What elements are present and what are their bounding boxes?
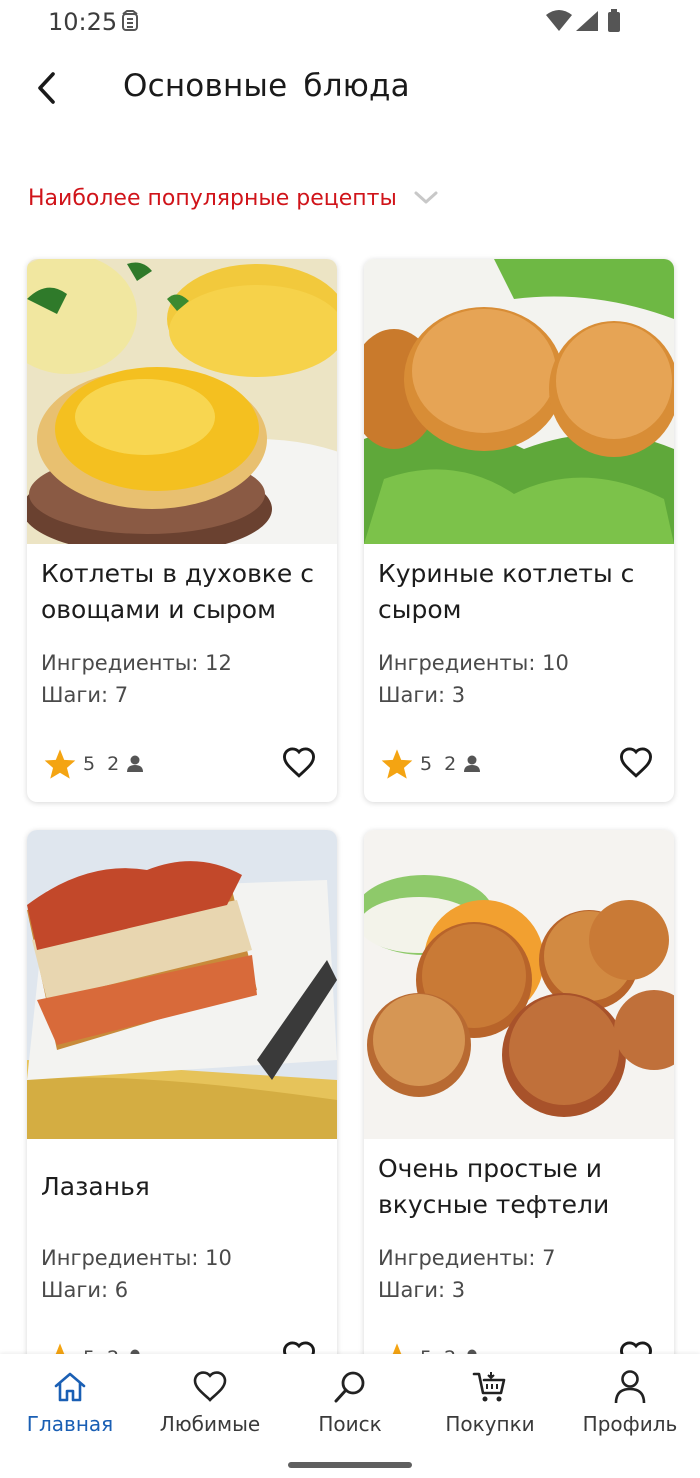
star-icon bbox=[44, 749, 76, 779]
nav-label: Покупки bbox=[445, 1412, 535, 1436]
nav-shopping[interactable]: Покупки bbox=[420, 1368, 560, 1438]
arrow-back-icon bbox=[38, 72, 55, 104]
status-icons bbox=[546, 9, 620, 32]
app-bar: Основные блюда bbox=[0, 50, 700, 130]
bottom-navigation: Главная Любимые Поиск Покупки Профиль bbox=[0, 1354, 700, 1478]
recipe-image bbox=[27, 830, 337, 1139]
recipe-title: Куриные котлеты с сыром bbox=[378, 559, 635, 624]
recipe-title: Котлеты в духовке с овощами и сыром bbox=[41, 559, 314, 624]
recipe-servings: 2 bbox=[107, 753, 120, 775]
back-button[interactable] bbox=[24, 64, 72, 112]
recipe-ingredients: Ингредиенты: 10 bbox=[378, 651, 569, 675]
recipe-steps: Шаги: 3 bbox=[378, 683, 466, 707]
nav-label: Главная bbox=[26, 1412, 114, 1436]
search-icon bbox=[334, 1371, 365, 1403]
status-time: 10:25 bbox=[48, 8, 118, 36]
nav-profile[interactable]: Профиль bbox=[560, 1368, 700, 1438]
recipe-rating: 5 bbox=[83, 753, 96, 775]
recipe-ingredients: Ингредиенты: 7 bbox=[378, 1246, 556, 1270]
star-icon bbox=[381, 749, 413, 779]
recipe-ingredients: Ингредиенты: 10 bbox=[41, 1246, 232, 1270]
nav-label: Поиск bbox=[318, 1412, 382, 1436]
page-title: Основные блюда bbox=[123, 68, 410, 104]
status-bar: 10:25 bbox=[0, 0, 700, 48]
home-icon bbox=[54, 1372, 86, 1402]
nav-home[interactable]: Главная bbox=[0, 1368, 140, 1438]
signal-icon bbox=[576, 11, 598, 31]
heart-outline-icon bbox=[282, 747, 316, 778]
recipe-servings: 2 bbox=[444, 753, 457, 775]
nav-favorites[interactable]: Любимые bbox=[140, 1368, 280, 1438]
battery-icon bbox=[608, 12, 620, 32]
recipe-card[interactable]: Куриные котлеты с сыром Ингредиенты: 10 … bbox=[364, 259, 674, 802]
nav-label: Профиль bbox=[582, 1412, 678, 1436]
heart-icon bbox=[193, 1371, 227, 1402]
nav-search[interactable]: Поиск bbox=[280, 1368, 420, 1438]
recipe-steps: Шаги: 3 bbox=[378, 1278, 466, 1302]
recipe-steps: Шаги: 6 bbox=[41, 1278, 129, 1302]
recipe-stats: 5 2 bbox=[43, 744, 145, 784]
person-icon bbox=[614, 1370, 646, 1404]
sim-icon bbox=[122, 10, 138, 31]
person-icon bbox=[464, 755, 481, 772]
home-indicator bbox=[288, 1462, 412, 1468]
sort-dropdown[interactable]: Наиболее популярные рецепты bbox=[28, 180, 439, 216]
favorite-button[interactable] bbox=[279, 742, 319, 782]
recipe-image bbox=[364, 259, 674, 544]
favorite-button[interactable] bbox=[616, 742, 656, 782]
person-icon bbox=[127, 755, 144, 772]
recipe-ingredients: Ингредиенты: 12 bbox=[41, 651, 232, 675]
recipe-rating: 5 bbox=[420, 753, 433, 775]
recipe-steps: Шаги: 7 bbox=[41, 683, 129, 707]
sort-label: Наиболее популярные рецепты bbox=[28, 185, 397, 211]
cart-icon bbox=[472, 1372, 506, 1402]
wifi-icon bbox=[546, 10, 572, 31]
recipe-card[interactable]: Котлеты в духовке с овощами и сыром Ингр… bbox=[27, 259, 337, 802]
recipe-stats: 5 2 bbox=[380, 744, 482, 784]
recipe-title: Очень простые и вкусные тефтели bbox=[378, 1154, 610, 1219]
chevron-down-icon bbox=[414, 191, 438, 204]
nav-label: Любимые bbox=[159, 1412, 261, 1436]
recipe-card[interactable]: Очень простые и вкусные тефтели Ингредие… bbox=[364, 830, 674, 1390]
recipe-card[interactable]: Лазанья Ингредиенты: 10 Шаги: 6 5 2 bbox=[27, 830, 337, 1390]
recipe-title: Лазанья bbox=[41, 1172, 150, 1201]
recipe-image bbox=[27, 259, 337, 544]
recipe-image bbox=[364, 830, 674, 1139]
heart-outline-icon bbox=[619, 747, 653, 778]
